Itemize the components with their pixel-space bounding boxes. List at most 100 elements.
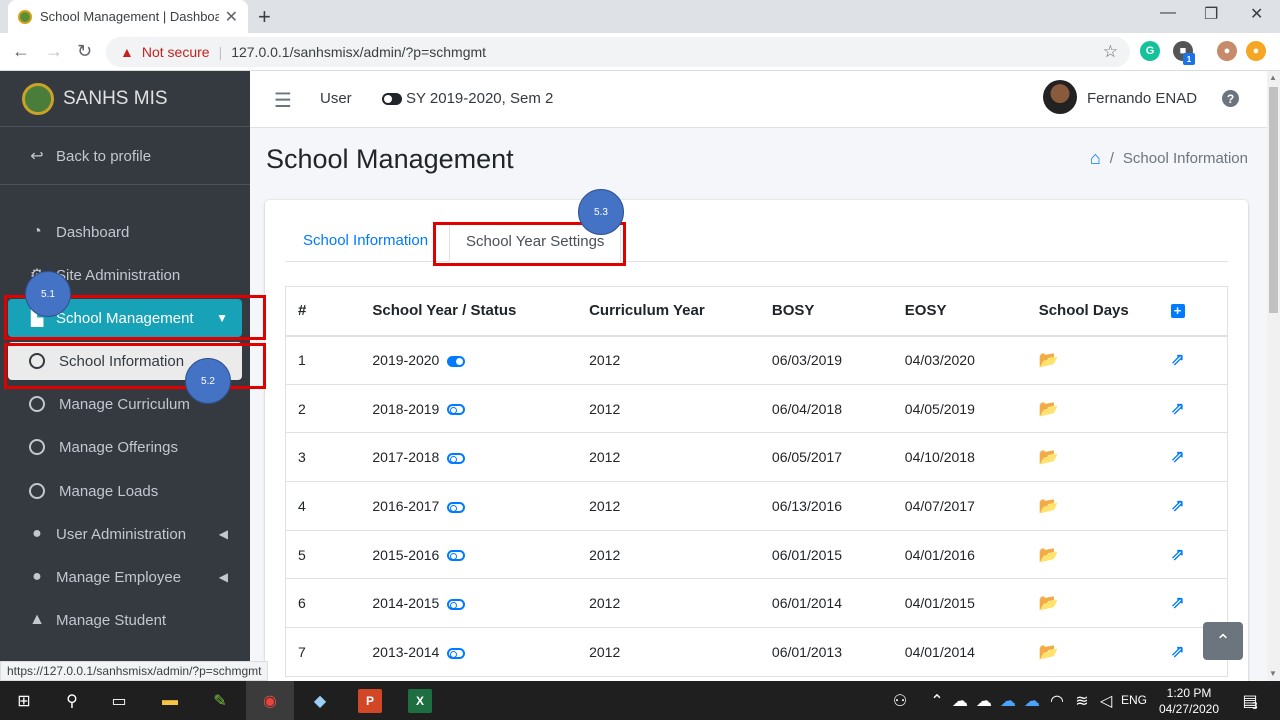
scroll-up-arrow-icon[interactable]: ▲: [1269, 73, 1277, 82]
row-number: 5: [285, 529, 361, 579]
sidebar-item-manage-employee[interactable]: ● Manage Employee ◀: [8, 558, 242, 596]
reload-icon[interactable]: ↻: [77, 41, 92, 62]
status-toggle-off-icon[interactable]: [447, 599, 466, 611]
taskbar-clock[interactable]: 1:20 PM 04/27/2020: [1156, 685, 1222, 717]
folder-open-icon[interactable]: 📂: [1039, 644, 1059, 661]
folder-open-icon[interactable]: 📂: [1039, 595, 1059, 612]
onedrive-icon[interactable]: ☁: [1020, 689, 1044, 713]
external-link-icon[interactable]: ⇗: [1171, 642, 1185, 661]
excel-icon[interactable]: X: [408, 689, 432, 713]
school-days-cell: 📂: [1026, 578, 1171, 628]
external-link-icon[interactable]: ⇗: [1171, 496, 1185, 515]
user-name[interactable]: Fernando ENAD: [1087, 90, 1197, 107]
back-arrow-icon[interactable]: ←: [12, 41, 30, 62]
forward-arrow-icon[interactable]: →: [45, 41, 63, 62]
grammarly-extension-icon[interactable]: G: [1140, 41, 1160, 61]
site-favicon-icon: [18, 9, 32, 24]
folder-open-icon[interactable]: 📂: [1039, 401, 1059, 418]
folder-open-icon[interactable]: 📂: [1039, 449, 1059, 466]
sidebar-item-dashboard[interactable]: ◔ Dashboard: [8, 213, 242, 251]
folder-open-icon[interactable]: 📂: [1039, 547, 1059, 564]
notepad-plus-icon[interactable]: ✎: [208, 689, 232, 713]
windows-start-icon[interactable]: ⊞: [12, 689, 36, 713]
sidebar-item-user-administration[interactable]: ● User Administration ◀: [8, 515, 242, 553]
sidebar-item-manage-offerings[interactable]: Manage Offerings: [8, 428, 242, 466]
tray-chevron-icon[interactable]: ⌃: [925, 689, 949, 713]
folder-open-icon[interactable]: 📂: [1039, 352, 1059, 369]
avatar[interactable]: [1043, 80, 1077, 114]
status-toggle-off-icon[interactable]: [447, 453, 466, 465]
hamburger-menu-icon[interactable]: ☰: [274, 88, 292, 113]
cloud-upload-icon[interactable]: ☁: [948, 689, 972, 713]
people-icon[interactable]: ⚇: [888, 689, 912, 713]
restore-icon[interactable]: ❐: [1204, 4, 1218, 24]
file-explorer-icon[interactable]: ▬: [158, 689, 182, 713]
extension-orange-icon[interactable]: ●: [1246, 41, 1266, 61]
onedrive-icon[interactable]: ☁: [996, 689, 1020, 713]
school-days-cell: 📂: [1026, 383, 1171, 433]
search-icon[interactable]: ⚲: [60, 689, 84, 713]
profile-avatar-icon[interactable]: ●: [1217, 41, 1237, 61]
column-header: Curriculum Year: [577, 286, 760, 337]
external-link-icon[interactable]: ⇗: [1171, 350, 1185, 369]
bosy-cell: 06/01/2015: [759, 529, 893, 579]
scrollbar-thumb[interactable]: [1269, 87, 1278, 313]
page-scrollbar[interactable]: ▲ ▼: [1267, 71, 1280, 681]
back-to-profile-link[interactable]: ↩ Back to profile: [8, 137, 242, 175]
wifi-icon[interactable]: ≋: [1070, 689, 1094, 713]
back-to-top-button[interactable]: ⌃: [1203, 622, 1243, 660]
user-icon: ●: [32, 568, 42, 585]
network-icon[interactable]: ◠: [1045, 689, 1069, 713]
status-toggle-off-icon[interactable]: [447, 404, 466, 416]
brand[interactable]: SANHS MIS: [0, 71, 250, 127]
school-year-value: 2019-2020: [372, 352, 440, 369]
brand-text: SANHS MIS: [63, 87, 168, 109]
new-tab-button[interactable]: +: [258, 4, 271, 30]
chrome-icon[interactable]: ◉: [258, 689, 282, 713]
external-link-icon[interactable]: ⇗: [1171, 545, 1185, 564]
home-icon[interactable]: ⌂: [1090, 148, 1101, 169]
scroll-down-arrow-icon[interactable]: ▼: [1269, 669, 1277, 678]
annotation-marker: 5.1: [25, 271, 71, 317]
external-link-icon[interactable]: ⇗: [1171, 399, 1185, 418]
status-toggle-off-icon[interactable]: [447, 501, 466, 513]
status-toggle-off-icon[interactable]: [447, 550, 466, 562]
annotation-marker: 5.2: [185, 358, 231, 404]
folder-open-icon[interactable]: 📂: [1039, 498, 1059, 515]
edit-cell: ⇗: [1170, 481, 1228, 531]
eosy-cell: 04/10/2018: [892, 432, 1027, 482]
window-close-icon[interactable]: ✕: [1250, 4, 1263, 24]
language-indicator[interactable]: ENG: [1121, 693, 1147, 707]
school-year-cell: 2014-2015: [360, 578, 578, 628]
external-link-icon[interactable]: ⇗: [1171, 593, 1185, 612]
powerpoint-icon[interactable]: P: [358, 689, 382, 713]
notification-center-icon[interactable]: ▤: [1238, 689, 1262, 713]
edit-cell: ⇗: [1170, 383, 1228, 433]
cloud-upload-icon[interactable]: ☁: [972, 689, 996, 713]
app-icon[interactable]: ◆: [308, 689, 332, 713]
bookmark-star-icon[interactable]: ☆: [1103, 42, 1118, 62]
external-link-icon[interactable]: ⇗: [1171, 447, 1185, 466]
tab-close-icon[interactable]: ✕: [225, 7, 238, 27]
status-toggle-on-icon[interactable]: [447, 355, 466, 367]
task-view-icon[interactable]: ▭: [107, 689, 131, 713]
nav-user-link[interactable]: User: [320, 90, 352, 107]
tab-school-information[interactable]: School Information: [287, 222, 444, 262]
school-year-indicator[interactable]: SY 2019-2020, Sem 2: [382, 90, 553, 107]
circle-icon: [29, 396, 45, 412]
school-days-cell: 📂: [1026, 481, 1171, 531]
school-days-cell: 📂: [1026, 627, 1171, 677]
minimize-icon[interactable]: —: [1160, 4, 1176, 22]
help-icon[interactable]: ?: [1222, 90, 1239, 107]
edit-cell: ⇗: [1170, 578, 1228, 628]
sidebar-item-manage-loads[interactable]: Manage Loads: [8, 472, 242, 510]
address-bar[interactable]: ▲ Not secure | 127.0.0.1/sanhsmisx/admin…: [106, 37, 1130, 67]
school-logo-icon: [22, 82, 54, 115]
status-toggle-off-icon[interactable]: [447, 647, 466, 659]
add-school-year-icon[interactable]: +: [1170, 304, 1185, 319]
browser-tab[interactable]: School Management | Dashboard ✕: [8, 0, 248, 33]
volume-icon[interactable]: ◁: [1094, 689, 1118, 713]
sidebar-item-manage-student[interactable]: ▲ Manage Student: [8, 601, 242, 639]
breadcrumb: ⌂ / School Information: [1090, 148, 1248, 169]
back-to-profile-label: Back to profile: [56, 147, 152, 165]
